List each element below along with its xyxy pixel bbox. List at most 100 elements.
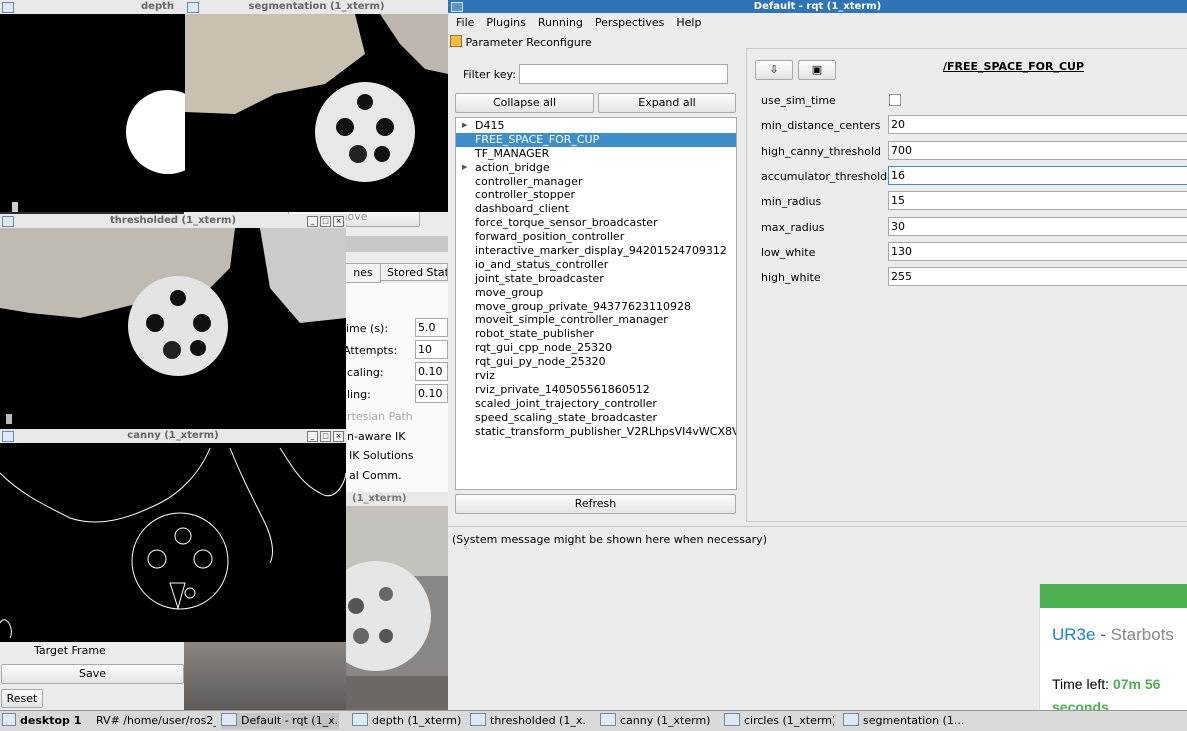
param-input[interactable]: 16 xyxy=(888,165,1187,185)
node-label: static_transform_publisher_V2RLhpsVI4vWC… xyxy=(475,424,737,438)
load-icon[interactable]: ⇩ xyxy=(755,60,793,80)
tab-nes[interactable]: nes xyxy=(345,263,381,283)
node-item[interactable]: moveit_simple_controller_manager xyxy=(456,313,736,327)
node-item[interactable]: controller_manager xyxy=(456,175,736,189)
close-icon[interactable]: × xyxy=(333,431,344,442)
minimize-icon[interactable]: _ xyxy=(307,216,318,227)
menu-help[interactable]: Help xyxy=(676,13,701,33)
node-label: forward_position_controller xyxy=(475,230,625,244)
node-item[interactable]: io_and_status_controller xyxy=(456,258,736,272)
node-item[interactable]: speed_scaling_state_broadcaster xyxy=(456,411,736,425)
expand-all-button[interactable]: Expand all xyxy=(598,93,736,113)
time-input[interactable]: 5.0 xyxy=(415,318,448,337)
save-button[interactable]: Save xyxy=(1,664,184,684)
param-input[interactable]: 130 xyxy=(888,241,1187,261)
node-item[interactable]: dashboard_client xyxy=(456,202,736,216)
node-item[interactable]: move_group xyxy=(456,286,736,300)
menu-plugins[interactable]: Plugins xyxy=(486,13,525,33)
cartesian-path-checkbox-label[interactable]: rtesian Path xyxy=(347,410,413,423)
menu-file[interactable]: File xyxy=(456,13,474,33)
node-item[interactable]: robot_state_publisher xyxy=(456,327,736,341)
brand-sep: - xyxy=(1095,625,1111,644)
param-input[interactable]: 700 xyxy=(888,140,1187,160)
refresh-button[interactable]: Refresh xyxy=(455,494,736,514)
maximize-icon[interactable]: □ xyxy=(320,431,331,442)
ik-solutions-checkbox-label[interactable]: IK Solutions xyxy=(349,449,414,462)
menu-perspectives[interactable]: Perspectives xyxy=(595,13,664,33)
circles-window[interactable]: (1_xterm) xyxy=(346,492,448,710)
param-label: high_white xyxy=(761,271,821,285)
task-label: Default - rqt (1_x... xyxy=(241,714,339,727)
tab-stored-states[interactable]: Stored Stat xyxy=(380,263,448,281)
node-label: move_group xyxy=(475,285,544,299)
node-label: controller_stopper xyxy=(475,188,576,202)
node-item[interactable]: controller_stopper xyxy=(456,188,736,202)
node-item[interactable]: static_transform_publisher_V2RLhpsVI4vWC… xyxy=(456,425,736,439)
node-item[interactable]: ▶ D415 xyxy=(456,119,736,133)
minimize-icon[interactable]: _ xyxy=(307,431,318,442)
window-icon xyxy=(600,713,616,726)
task-canny[interactable]: canny (1_xterm) xyxy=(600,713,710,729)
task-segmentation[interactable]: segmentation (1... xyxy=(843,713,963,729)
expand-arrow-icon[interactable]: ▶ xyxy=(462,161,467,175)
node-item[interactable]: rqt_gui_py_node_25320 xyxy=(456,355,736,369)
canny-window[interactable]: canny (1_xterm) _ □ × xyxy=(0,429,346,642)
comm-checkbox-label[interactable]: al Comm. xyxy=(349,469,402,482)
node-item[interactable]: joint_state_broadcaster xyxy=(456,272,736,286)
node-tree[interactable]: ▶ D415 FREE_SPACE_FOR_CUP TF_MANAGER ▶ action… xyxy=(455,117,737,490)
velocity-scaling-input[interactable]: 0.10 xyxy=(415,362,448,381)
node-item[interactable]: rqt_gui_cpp_node_25320 xyxy=(456,341,736,355)
task-circles[interactable]: circles (1_xterm) xyxy=(724,713,834,729)
plugin-header: Parameter Reconfigure xyxy=(450,35,592,49)
accel-scaling-input[interactable]: 0.10 xyxy=(415,384,448,403)
collapse-all-button[interactable]: Collapse all xyxy=(455,93,594,113)
task-depth[interactable]: depth (1_xterm) xyxy=(352,713,462,729)
node-item[interactable]: force_torque_sensor_broadcaster xyxy=(456,216,736,230)
velocity-scaling-label: caling: xyxy=(347,366,384,379)
menu-running[interactable]: Running xyxy=(538,13,583,33)
task-rqt[interactable]: Default - rqt (1_x... xyxy=(221,713,339,729)
maximize-icon[interactable]: □ xyxy=(320,216,331,227)
task-terminal[interactable]: RV# /home/user/ros2_... xyxy=(96,713,216,729)
desktop-switcher[interactable]: desktop 1 xyxy=(2,713,90,729)
window-menu-icon[interactable] xyxy=(451,2,463,12)
node-item[interactable]: move_group_private_94377623110928 xyxy=(456,300,736,314)
node-item[interactable]: interactive_marker_display_9420152470931… xyxy=(456,244,736,258)
param-label: min_distance_centers xyxy=(761,119,881,133)
plugin-title: Parameter Reconfigure xyxy=(465,36,592,49)
task-thresholded[interactable]: thresholded (1_x... xyxy=(470,713,586,729)
param-input[interactable]: 20 xyxy=(888,115,1187,135)
node-item[interactable]: ▶ action_bridge xyxy=(456,161,736,175)
depth-window[interactable]: depth (1_x xyxy=(0,0,185,212)
node-label: robot_state_publisher xyxy=(475,327,594,341)
attempts-label: Attempts: xyxy=(343,344,398,357)
filter-key-input[interactable] xyxy=(519,64,728,84)
param-input[interactable]: 255 xyxy=(888,267,1187,287)
param-input[interactable]: 30 xyxy=(888,216,1187,236)
circles-image xyxy=(346,506,448,710)
window-menu-icon[interactable] xyxy=(2,216,14,227)
save-icon[interactable]: ▣ xyxy=(798,60,836,80)
window-menu-icon[interactable] xyxy=(2,2,14,13)
aware-ik-checkbox-label[interactable]: n-aware IK xyxy=(347,430,405,443)
param-checkbox[interactable] xyxy=(889,94,901,106)
reset-button[interactable]: Reset xyxy=(1,689,43,708)
attempts-input[interactable]: 10 xyxy=(415,340,448,359)
node-item[interactable]: FREE_SPACE_FOR_CUP xyxy=(456,132,736,147)
node-item[interactable]: TF_MANAGER xyxy=(456,147,736,161)
param-label: high_canny_threshold xyxy=(761,144,882,158)
param-input[interactable]: 15 xyxy=(888,191,1187,211)
node-item[interactable]: rviz xyxy=(456,369,736,383)
thresholded-window[interactable]: thresholded (1_xterm) _ □ × xyxy=(0,214,346,430)
close-icon[interactable]: × xyxy=(333,216,344,227)
node-item[interactable]: forward_position_controller xyxy=(456,230,736,244)
node-item[interactable]: scaled_joint_trajectory_controller xyxy=(456,397,736,411)
node-item[interactable]: rviz_private_140505561860512 xyxy=(456,383,736,397)
segmentation-window[interactable]: segmentation (1_xterm) xyxy=(185,0,448,212)
window-menu-icon[interactable] xyxy=(187,2,199,13)
expand-arrow-icon[interactable]: ▶ xyxy=(462,119,467,133)
accel-scaling-label: ling: xyxy=(347,388,371,401)
window-menu-icon[interactable] xyxy=(2,431,14,442)
window-icon xyxy=(724,713,740,726)
window-icon xyxy=(470,713,486,726)
